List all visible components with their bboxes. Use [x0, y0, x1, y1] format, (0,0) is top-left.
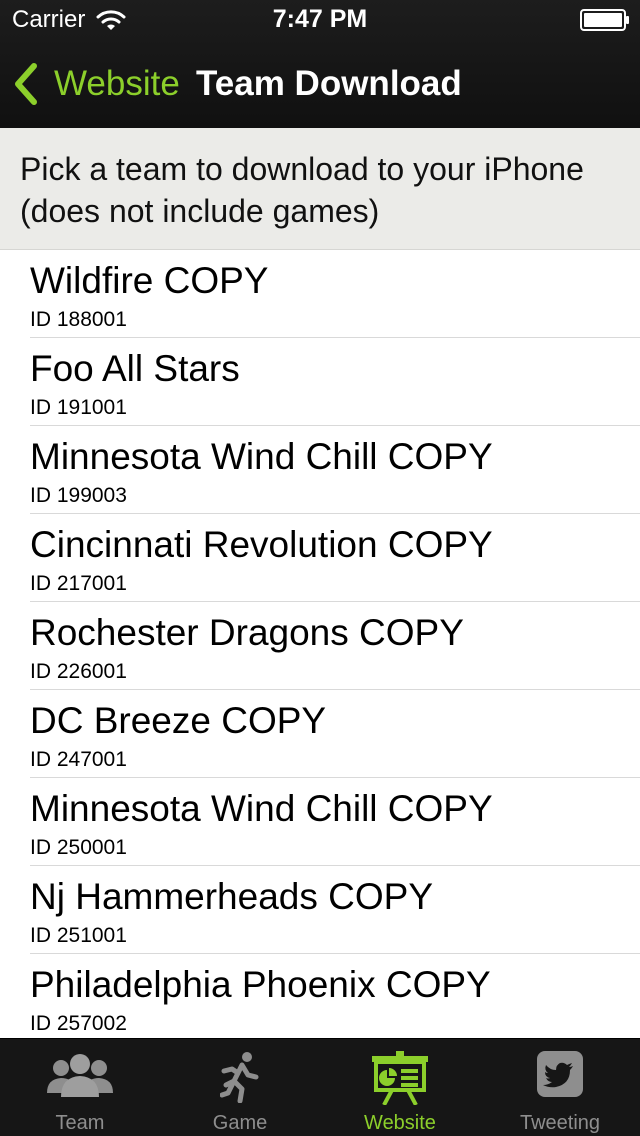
tab-team[interactable]: Team	[0, 1039, 160, 1136]
navigation-bar: Website Team Download	[0, 40, 640, 128]
status-time: 7:47 PM	[272, 5, 368, 33]
team-row[interactable]: DC Breeze COPY ID 247001	[0, 690, 640, 778]
tab-website[interactable]: Website	[320, 1039, 480, 1136]
team-row[interactable]: Foo All Stars ID 191001	[0, 338, 640, 426]
back-button-label: Website	[54, 64, 180, 103]
back-chevron-icon	[15, 63, 37, 105]
team-name: Minnesota Wind Chill COPY	[30, 788, 493, 829]
team-row[interactable]: Wildfire COPY ID 188001	[0, 250, 640, 338]
team-row[interactable]: Minnesota Wind Chill COPY ID 199003	[0, 426, 640, 514]
tab-tweeting[interactable]: Tweeting	[480, 1039, 640, 1136]
team-name: Cincinnati Revolution COPY	[30, 524, 493, 565]
team-id: ID 247001	[30, 748, 127, 771]
back-button[interactable]: Website	[10, 58, 180, 110]
team-name: Minnesota Wind Chill COPY	[30, 436, 493, 477]
team-name: Philadelphia Phoenix COPY	[30, 964, 491, 1005]
page-title: Team Download	[196, 64, 462, 103]
team-id: ID 217001	[30, 572, 127, 595]
team-name: Rochester Dragons COPY	[30, 612, 464, 653]
team-row[interactable]: Minnesota Wind Chill COPY ID 250001	[0, 778, 640, 866]
team-id: ID 188001	[30, 308, 127, 331]
team-name: Wildfire COPY	[30, 260, 269, 301]
team-name: DC Breeze COPY	[30, 700, 327, 741]
team-icon	[47, 1054, 113, 1097]
team-id: ID 226001	[30, 660, 127, 683]
team-list: Wildfire COPY ID 188001 Foo All Stars ID…	[0, 250, 640, 1038]
team-row[interactable]: Cincinnati Revolution COPY ID 217001	[0, 514, 640, 602]
screen: Carrier 7:47 PM Website Team Download Pi…	[0, 0, 640, 1136]
team-row[interactable]: Rochester Dragons COPY ID 226001	[0, 602, 640, 690]
team-name: Foo All Stars	[30, 348, 240, 389]
team-row[interactable]: Nj Hammerheads COPY ID 251001	[0, 866, 640, 954]
tab-label: Team	[55, 1112, 105, 1134]
header: Carrier 7:47 PM Website Team Download	[0, 0, 640, 128]
team-row[interactable]: Philadelphia Phoenix COPY ID 257002	[0, 954, 640, 1038]
battery-icon	[580, 9, 629, 31]
twitter-bird-icon	[537, 1051, 583, 1097]
instruction-text: Pick a team to download to your iPhone (…	[0, 128, 640, 250]
team-id: ID 250001	[30, 836, 127, 859]
team-id: ID 199003	[30, 484, 127, 507]
presentation-board-icon	[372, 1051, 428, 1105]
team-id: ID 257002	[30, 1012, 127, 1035]
runner-icon	[220, 1052, 259, 1103]
status-bar: Carrier 7:47 PM	[0, 0, 640, 40]
tab-bar: Team Game Website Tweeting	[0, 1038, 640, 1136]
tab-label: Game	[212, 1112, 268, 1134]
team-name: Nj Hammerheads COPY	[30, 876, 434, 917]
tab-game[interactable]: Game	[160, 1039, 320, 1136]
team-id: ID 251001	[30, 924, 127, 947]
tab-label: Website	[364, 1112, 436, 1134]
tab-label: Tweeting	[519, 1112, 601, 1134]
team-id: ID 191001	[30, 396, 127, 419]
